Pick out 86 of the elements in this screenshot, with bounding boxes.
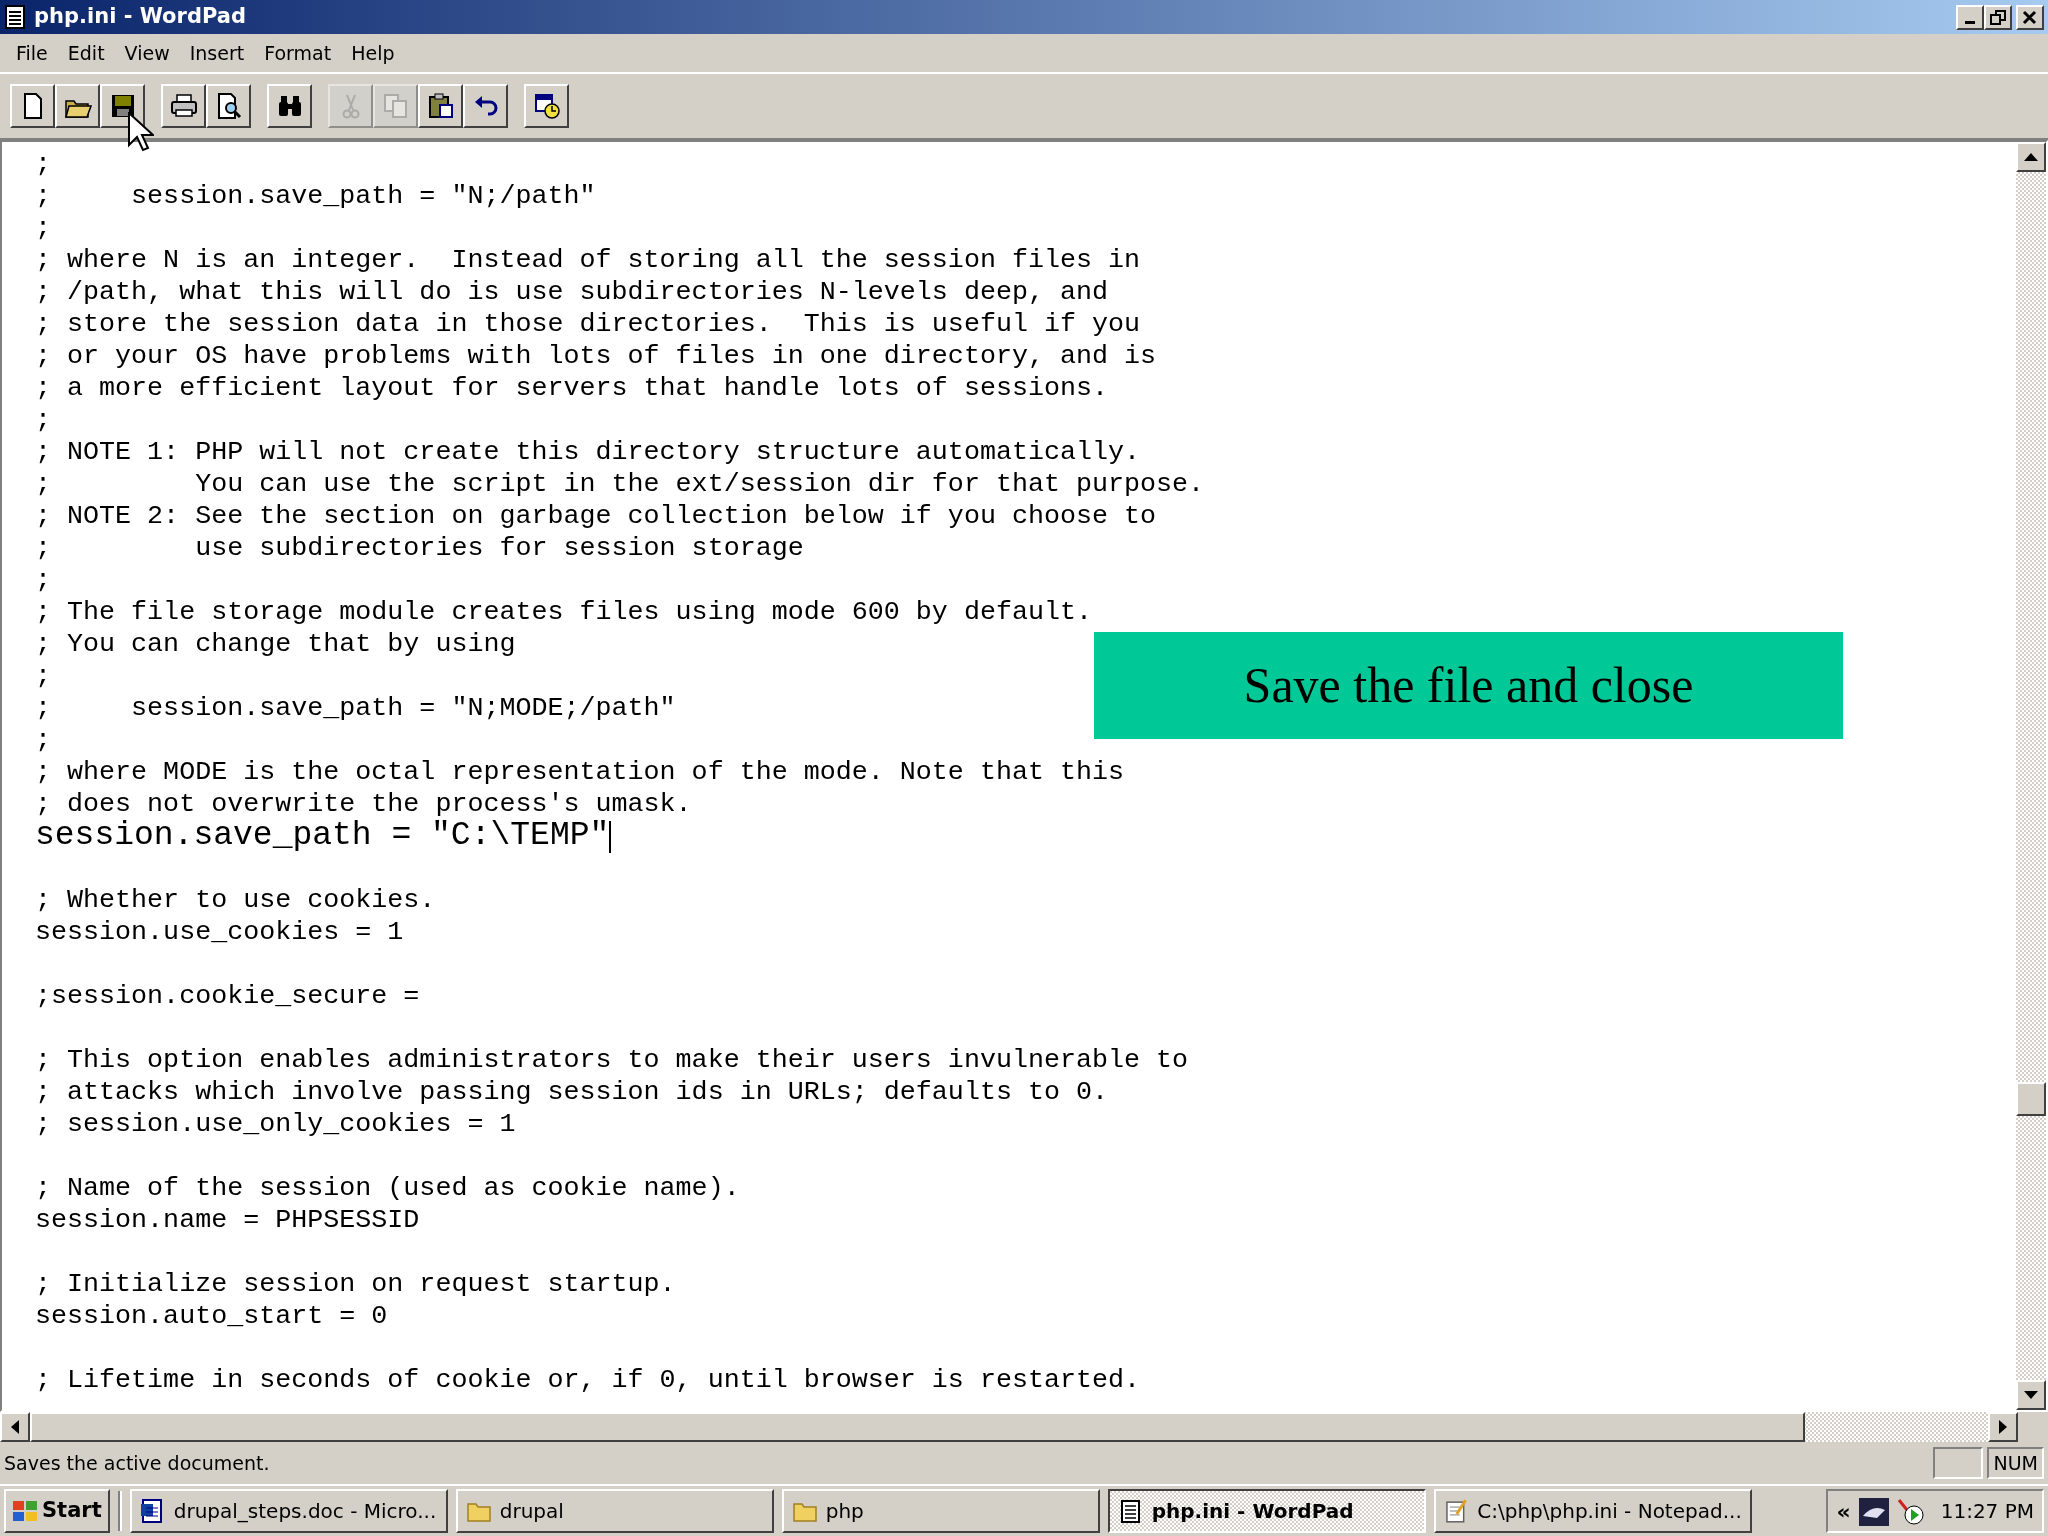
scrollbar-thumb[interactable] xyxy=(2016,1082,2046,1116)
code-line: ; where N is an integer. Instead of storing all the session files in xyxy=(35,245,1141,275)
code-line: ; Lifetime in seconds of cookie or, if 0, until browser is restarted. xyxy=(35,1365,1141,1395)
notepad-icon xyxy=(4,4,26,30)
scroll-left-button[interactable] xyxy=(0,1412,30,1442)
taskbar-button[interactable]: drupal xyxy=(455,1489,774,1533)
code-line: ; You can change that by using xyxy=(35,629,516,659)
code-line: ; xyxy=(35,565,51,595)
menu-item[interactable]: Edit xyxy=(57,36,115,70)
scroll-down-button[interactable] xyxy=(2016,1380,2046,1410)
clipboard-icon xyxy=(426,92,455,120)
scrollbar-thumb[interactable] xyxy=(30,1412,1805,1442)
menu-item[interactable]: Format xyxy=(254,36,342,70)
restore-icon xyxy=(1989,8,2007,26)
code-line: ; Name of the session (used as cookie name). xyxy=(35,1173,740,1203)
code-line: ; This option enables administrators to make their users invulnerable to xyxy=(35,1045,1189,1075)
menu-item[interactable]: View xyxy=(114,36,180,70)
toolbar-button[interactable] xyxy=(524,84,569,128)
menu-item[interactable]: File xyxy=(6,36,58,70)
close-button[interactable] xyxy=(2016,4,2044,30)
code-line: ; /path, what this will do is use subdirectories N-levels deep, and xyxy=(35,277,1108,307)
status-panel xyxy=(1933,1447,1984,1479)
calendar-clock-icon xyxy=(532,92,561,120)
code-line: ; NOTE 2: See the section on garbage collection below if you choose to xyxy=(35,501,1157,531)
code-line: ; You can use the script in the ext/session dir for that purpose. xyxy=(35,469,1205,499)
down-arrow-icon xyxy=(2024,1391,2038,1399)
code-line: ; or your OS have problems with lots of files in one directory, and is xyxy=(35,341,1157,371)
code-line: ; use subdirectories for session storage xyxy=(35,533,804,563)
taskbar-button[interactable]: C:\php\php.ini - Notepad... xyxy=(1433,1489,1752,1533)
code-line: session.name = PHPSESSID xyxy=(35,1205,420,1235)
left-arrow-icon xyxy=(11,1420,19,1434)
code-line: ; xyxy=(35,213,51,243)
menu-item[interactable]: Help xyxy=(341,36,405,70)
code-line: ; NOTE 1: PHP will not create this directory structure automatically. xyxy=(35,437,1141,467)
toolbar-button[interactable] xyxy=(55,84,100,128)
taskbar-button[interactable]: drupal_steps.doc - Micro... xyxy=(129,1489,448,1533)
code-line: ; store the session data in those directories. This is useful if you xyxy=(35,309,1141,339)
toolbar-button[interactable] xyxy=(418,84,463,128)
code-line: ; session.save_path = "N;/path" xyxy=(35,181,596,211)
code-line: ; where MODE is the octal representation of the mode. Note that this xyxy=(35,757,1125,787)
toolbar-button[interactable] xyxy=(100,84,145,128)
scroll-right-button[interactable] xyxy=(1988,1412,2018,1442)
taskbar-button[interactable]: php xyxy=(781,1489,1100,1533)
tray-icon[interactable] xyxy=(1858,1495,1889,1527)
code-line: ; xyxy=(35,405,51,435)
right-arrow-icon xyxy=(1999,1420,2007,1434)
code-line: ; attacks which involve passing session ids in URLs; defaults to 0. xyxy=(35,1077,1108,1107)
pages-icon xyxy=(381,92,410,120)
notepad-pencil-icon xyxy=(1443,1498,1470,1524)
scroll-up-button[interactable] xyxy=(2016,142,2046,172)
printer-icon xyxy=(169,92,198,120)
close-icon xyxy=(2021,8,2039,26)
toolbar-button[interactable] xyxy=(267,84,312,128)
code-line: ; does not overwrite the process's umask. xyxy=(35,789,692,819)
start-button[interactable]: Start xyxy=(4,1489,110,1533)
taskbar-button[interactable]: php.ini - WordPad xyxy=(1107,1489,1426,1533)
code-line: session.save_path = "C:\TEMP" xyxy=(35,817,610,854)
code-line: ; The file storage module creates files using mode 600 by default. xyxy=(35,597,1092,627)
window-title: php.ini - WordPad xyxy=(34,3,246,31)
up-arrow-icon xyxy=(2024,153,2038,161)
code-line: ; session.use_only_cookies = 1 xyxy=(35,1109,516,1139)
code-line: ;session.cookie_secure = xyxy=(35,981,420,1011)
minimize-icon xyxy=(1965,20,1975,24)
windows-logo-icon xyxy=(12,1499,38,1523)
menu-item[interactable]: Insert xyxy=(179,36,255,70)
code-line: ; a more efficient layout for servers that handle lots of sessions. xyxy=(35,373,1108,403)
toolbar-button[interactable] xyxy=(463,84,508,128)
code-line: ; Initialize session on request startup. xyxy=(35,1269,676,1299)
code-line: ; session.save_path = "N;MODE;/path" xyxy=(35,693,676,723)
caption-banner: Save the file and close xyxy=(1094,632,1843,739)
show-hidden-icons-button[interactable]: « xyxy=(1836,1494,1851,1528)
status-indicator: NUM xyxy=(1987,1447,2044,1479)
code-line: ; xyxy=(35,725,51,755)
status-text: Saves the active document. xyxy=(4,1450,270,1476)
restore-button[interactable] xyxy=(1984,4,2012,30)
code-line: session.use_cookies = 1 xyxy=(35,917,404,947)
code-line: ; xyxy=(35,661,51,691)
code-line: ; xyxy=(35,149,51,179)
text-cursor xyxy=(609,820,612,853)
toolbar-button[interactable] xyxy=(206,84,251,128)
code-line: session.auto_start = 0 xyxy=(35,1301,388,1331)
code-line: ; Whether to use cookies. xyxy=(35,885,436,915)
toolbar-button[interactable] xyxy=(161,84,206,128)
toolbar-button[interactable] xyxy=(10,84,55,128)
minimize-button[interactable] xyxy=(1956,4,1984,30)
clock: 11:27 PM xyxy=(1940,1498,2034,1525)
